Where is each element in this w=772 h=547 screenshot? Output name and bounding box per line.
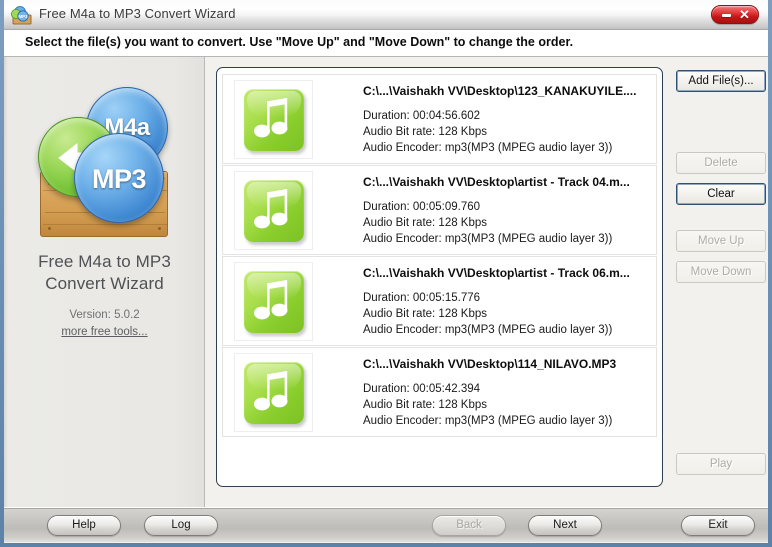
file-bitrate: Audio Bit rate: 128 Kbps bbox=[363, 126, 488, 138]
clear-label: Clear bbox=[707, 188, 735, 200]
svg-text:MP3: MP3 bbox=[18, 14, 28, 19]
body-area: M4a MP3 Free M4a to MP3 Convert Wizard V… bbox=[4, 57, 768, 507]
file-bitrate: Audio Bit rate: 128 Kbps bbox=[363, 399, 488, 411]
table-row[interactable]: C:\...\Vaishakh VV\Desktop\artist - Trac… bbox=[222, 165, 657, 255]
next-button[interactable]: Next bbox=[528, 515, 602, 536]
file-path: C:\...\Vaishakh VV\Desktop\artist - Trac… bbox=[363, 266, 630, 280]
play-label: Play bbox=[709, 458, 733, 470]
file-encoder: Audio Encoder: mp3(MP3 (MPEG audio layer… bbox=[363, 233, 613, 245]
file-metadata: Duration: 00:04:56.602 Audio Bit rate: 1… bbox=[363, 108, 612, 156]
sidebar: M4a MP3 Free M4a to MP3 Convert Wizard V… bbox=[4, 57, 205, 507]
mp3-bubble-label: MP3 bbox=[91, 164, 147, 194]
next-label: Next bbox=[553, 519, 577, 531]
music-note-icon bbox=[244, 180, 304, 242]
product-logo: M4a MP3 bbox=[30, 79, 180, 249]
file-icon-cell bbox=[234, 262, 313, 341]
play-button[interactable]: Play bbox=[676, 453, 766, 475]
file-encoder: Audio Encoder: mp3(MP3 (MPEG audio layer… bbox=[363, 142, 613, 154]
file-encoder: Audio Encoder: mp3(MP3 (MPEG audio layer… bbox=[363, 415, 613, 427]
application-window: MP3 Free M4a to MP3 Convert Wizard ✕ Sel… bbox=[0, 0, 772, 547]
log-button[interactable]: Log bbox=[144, 515, 218, 536]
delete-label: Delete bbox=[704, 157, 738, 169]
table-row[interactable]: C:\...\Vaishakh VV\Desktop\114_NILAVO.MP… bbox=[222, 347, 657, 437]
log-label: Log bbox=[171, 519, 191, 531]
file-duration: Duration: 00:05:09.760 bbox=[363, 201, 481, 213]
move-up-label: Move Up bbox=[697, 235, 745, 247]
product-name-line1: Free M4a to MP3 bbox=[38, 252, 171, 271]
minimize-dash-icon bbox=[722, 14, 731, 17]
title-bar: MP3 Free M4a to MP3 Convert Wizard ✕ bbox=[4, 0, 768, 30]
file-duration: Duration: 00:04:56.602 bbox=[363, 110, 481, 122]
product-name: Free M4a to MP3 Convert Wizard bbox=[4, 251, 205, 295]
music-note-icon bbox=[244, 89, 304, 151]
product-name-line2: Convert Wizard bbox=[45, 274, 164, 293]
file-icon-cell bbox=[234, 353, 313, 432]
exit-button[interactable]: Exit bbox=[681, 515, 755, 536]
file-icon-cell bbox=[234, 171, 313, 250]
music-note-icon bbox=[244, 271, 304, 333]
file-metadata: Duration: 00:05:42.394 Audio Bit rate: 1… bbox=[363, 381, 612, 429]
instruction-band: Select the file(s) you want to convert. … bbox=[4, 30, 768, 57]
file-icon-cell bbox=[234, 80, 313, 159]
back-label: Back bbox=[456, 519, 482, 531]
file-bitrate: Audio Bit rate: 128 Kbps bbox=[363, 217, 488, 229]
window-frame: MP3 Free M4a to MP3 Convert Wizard ✕ Sel… bbox=[0, 0, 772, 547]
help-label: Help bbox=[72, 519, 96, 531]
file-list-panel[interactable]: C:\...\Vaishakh VV\Desktop\123_KANAKUYIL… bbox=[216, 67, 663, 487]
table-row[interactable]: C:\...\Vaishakh VV\Desktop\123_KANAKUYIL… bbox=[222, 74, 657, 164]
move-down-label: Move Down bbox=[690, 266, 752, 278]
close-x-icon: ✕ bbox=[739, 7, 750, 22]
window-title: Free M4a to MP3 Convert Wizard bbox=[39, 6, 236, 21]
file-path: C:\...\Vaishakh VV\Desktop\123_KANAKUYIL… bbox=[363, 84, 637, 98]
more-free-tools-link[interactable]: more free tools... bbox=[4, 326, 205, 338]
file-path: C:\...\Vaishakh VV\Desktop\artist - Trac… bbox=[363, 175, 630, 189]
file-bitrate: Audio Bit rate: 128 Kbps bbox=[363, 308, 488, 320]
bottom-button-bar: Help Log Back Next Exit bbox=[4, 507, 768, 542]
help-button[interactable]: Help bbox=[47, 515, 121, 536]
app-crate-icon: MP3 bbox=[11, 4, 33, 26]
file-path: C:\...\Vaishakh VV\Desktop\114_NILAVO.MP… bbox=[363, 357, 617, 371]
instruction-text: Select the file(s) you want to convert. … bbox=[25, 35, 574, 49]
close-button[interactable]: ✕ bbox=[711, 5, 759, 24]
version-label: Version: 5.0.2 bbox=[69, 309, 140, 321]
window-client-area: MP3 Free M4a to MP3 Convert Wizard ✕ Sel… bbox=[4, 0, 768, 543]
file-duration: Duration: 00:05:42.394 bbox=[363, 383, 481, 395]
add-files-label: Add File(s)... bbox=[688, 75, 754, 87]
mp3-bubble-icon: MP3 bbox=[74, 133, 164, 223]
music-note-icon bbox=[244, 362, 304, 424]
file-metadata: Duration: 00:05:15.776 Audio Bit rate: 1… bbox=[363, 290, 612, 338]
move-up-button[interactable]: Move Up bbox=[676, 230, 766, 252]
exit-label: Exit bbox=[708, 519, 728, 531]
clear-button[interactable]: Clear bbox=[676, 183, 766, 205]
table-row[interactable]: C:\...\Vaishakh VV\Desktop\artist - Trac… bbox=[222, 256, 657, 346]
file-metadata: Duration: 00:05:09.760 Audio Bit rate: 1… bbox=[363, 199, 612, 247]
main-content: C:\...\Vaishakh VV\Desktop\123_KANAKUYIL… bbox=[206, 57, 768, 507]
move-down-button[interactable]: Move Down bbox=[676, 261, 766, 283]
file-duration: Duration: 00:05:15.776 bbox=[363, 292, 481, 304]
back-button[interactable]: Back bbox=[432, 515, 506, 536]
delete-button[interactable]: Delete bbox=[676, 152, 766, 174]
file-encoder: Audio Encoder: mp3(MP3 (MPEG audio layer… bbox=[363, 324, 613, 336]
add-files-button[interactable]: Add File(s)... bbox=[676, 70, 766, 92]
